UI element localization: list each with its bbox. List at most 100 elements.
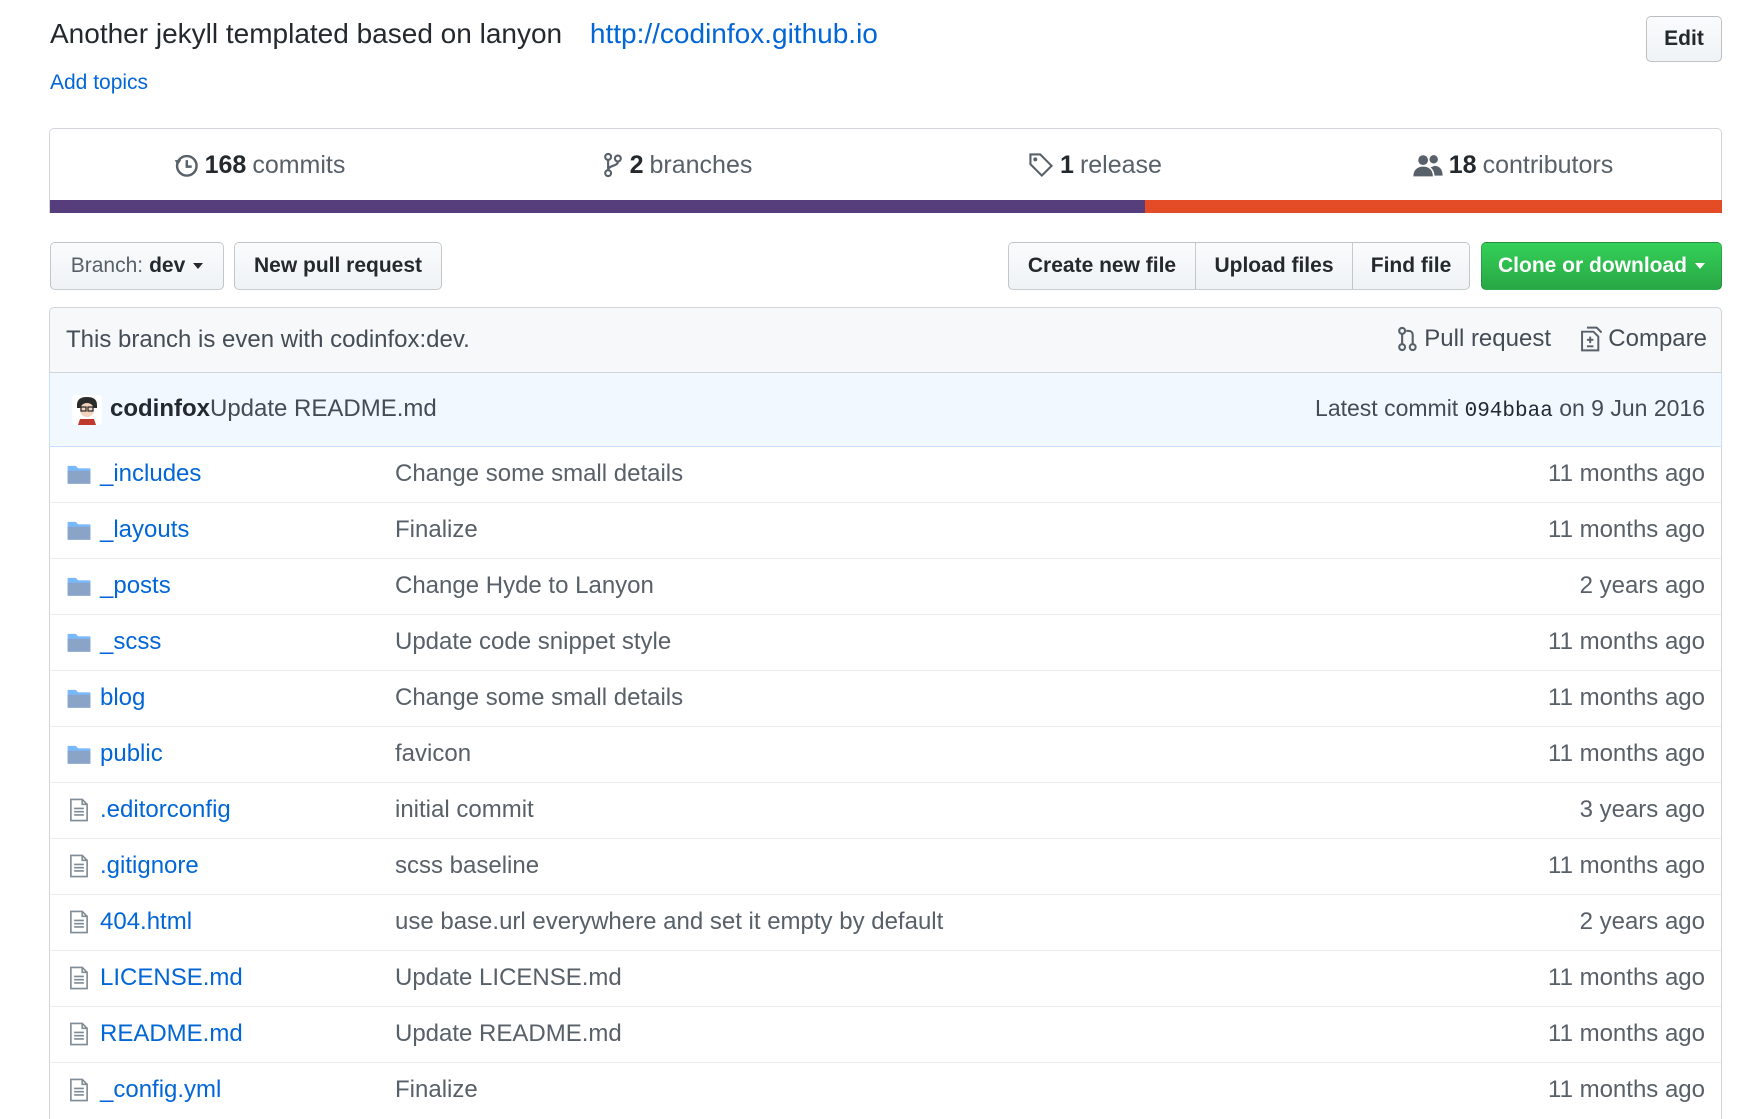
new-pull-request-button[interactable]: New pull request (234, 242, 442, 290)
commits-count: 168 (204, 150, 247, 179)
history-icon (174, 154, 198, 177)
branches-label: branches (649, 150, 753, 179)
git-branch-icon (603, 152, 622, 178)
commit-sha-link[interactable]: 094bbaa (1465, 400, 1553, 423)
diff-icon (1581, 326, 1603, 352)
file-age: 11 months ago (1548, 852, 1705, 879)
commit-meta: Latest commit 094bbaa on 9 Jun 2016 (1315, 395, 1705, 423)
compare-label: Compare (1608, 325, 1707, 352)
file-age: 2 years ago (1579, 572, 1705, 599)
branches-stat[interactable]: 2 branches (468, 129, 886, 201)
file-name-link[interactable]: public (100, 740, 163, 768)
file-name-link[interactable]: blog (100, 684, 145, 712)
file-name-link[interactable]: _posts (100, 572, 171, 600)
file-age: 11 months ago (1548, 740, 1705, 767)
avatar-image (72, 395, 102, 425)
add-topics-link[interactable]: Add topics (50, 71, 148, 95)
file-commit-message-link[interactable]: Change some small details (395, 684, 683, 712)
file-commit-message-link[interactable]: Finalize (395, 516, 478, 544)
file-commit-message-link[interactable]: Change some small details (395, 460, 683, 488)
create-new-file-button[interactable]: Create new file (1008, 242, 1196, 290)
folder-icon (66, 741, 92, 767)
language-segment[interactable] (50, 200, 1146, 213)
tag-icon (1029, 153, 1054, 178)
file-age: 3 years ago (1579, 796, 1705, 823)
file-name-link[interactable]: .gitignore (100, 852, 199, 880)
branch-info-bar: This branch is even with codinfox:dev. P… (49, 307, 1722, 373)
commits-stat[interactable]: 168 commits (50, 129, 468, 201)
file-icon (66, 909, 92, 935)
file-name-link[interactable]: _config.yml (100, 1076, 221, 1104)
file-age: 11 months ago (1548, 516, 1705, 543)
file-name-link[interactable]: _includes (100, 460, 201, 488)
file-commit-message-link[interactable]: use base.url everywhere and set it empty… (395, 908, 943, 936)
file-commit-message-link[interactable]: Update LICENSE.md (395, 964, 622, 992)
file-age: 11 months ago (1548, 460, 1705, 487)
compare-link[interactable]: Compare (1580, 325, 1707, 353)
file-row: public favicon 11 months ago (50, 727, 1721, 783)
commit-message-link[interactable]: Update README.md (210, 395, 437, 423)
file-commit-message-link[interactable]: initial commit (395, 796, 534, 824)
releases-count: 1 (1060, 150, 1074, 179)
file-row: _scss Update code snippet style 11 months … (50, 615, 1721, 671)
file-table: _includes Change some small details 11 mon… (49, 447, 1722, 1119)
file-age: 11 months ago (1548, 964, 1705, 991)
file-commit-message-link[interactable]: Update README.md (395, 1020, 622, 1048)
branch-prefix: Branch: (70, 254, 144, 277)
folder-icon (66, 629, 92, 655)
file-age: 11 months ago (1548, 1076, 1705, 1103)
repo-homepage-link[interactable]: http://codinfox.github.io (590, 18, 878, 49)
file-name-link[interactable]: README.md (100, 1020, 243, 1048)
file-age: 2 years ago (1579, 908, 1705, 935)
file-icon (66, 1021, 92, 1047)
file-row: .editorconfig initial commit 3 years ago (50, 783, 1721, 839)
file-row: README.md Update README.md 11 months ago (50, 1007, 1721, 1063)
people-icon (1413, 155, 1443, 177)
folder-icon (66, 461, 92, 487)
file-commit-message-link[interactable]: scss baseline (395, 852, 539, 880)
contributors-stat[interactable]: 18 contributors (1304, 129, 1722, 201)
branch-status: This branch is even with codinfox:dev. (66, 326, 470, 353)
edit-description-button[interactable]: Edit (1646, 16, 1722, 62)
commit-date: on 9 Jun 2016 (1559, 395, 1705, 421)
file-commit-message-link[interactable]: favicon (395, 740, 471, 768)
find-file-button[interactable]: Find file (1352, 242, 1470, 290)
caret-down-icon (1695, 263, 1705, 269)
commits-label: commits (252, 150, 346, 179)
language-bar[interactable] (50, 200, 1722, 213)
latest-commit-bar: codinfox Update README.md Latest commit … (49, 373, 1722, 447)
file-name-link[interactable]: LICENSE.md (100, 964, 243, 992)
branch-select-button[interactable]: Branch: dev (50, 242, 224, 290)
latest-commit-prefix: Latest commit (1315, 395, 1459, 421)
releases-label: release (1079, 150, 1162, 179)
file-name-link[interactable]: _layouts (100, 516, 189, 544)
file-row: blog Change some small details 11 months a… (50, 671, 1721, 727)
file-row: 404.html use base.url everywhere and set … (50, 895, 1721, 951)
file-commit-message-link[interactable]: Update code snippet style (395, 628, 671, 656)
file-commit-message-link[interactable]: Finalize (395, 1076, 478, 1104)
file-name-link[interactable]: 404.html (100, 908, 192, 936)
clone-or-download-button[interactable]: Clone or download (1481, 242, 1722, 290)
pull-request-link[interactable]: Pull request (1396, 325, 1551, 353)
clone-or-download-label: Clone or download (1498, 254, 1687, 277)
upload-files-button[interactable]: Upload files (1195, 242, 1353, 290)
file-row: LICENSE.md Update LICENSE.md 11 months ago (50, 951, 1721, 1007)
file-row: _includes Change some small details 11 mon… (50, 447, 1721, 503)
avatar[interactable] (72, 395, 102, 425)
contributors-count: 18 (1448, 150, 1477, 179)
file-row: .gitignore scss baseline 11 months ago (50, 839, 1721, 895)
folder-icon (66, 517, 92, 543)
file-row: _posts Change Hyde to Lanyon 2 years ago (50, 559, 1721, 615)
file-age: 11 months ago (1548, 628, 1705, 655)
language-segment[interactable] (1145, 200, 1722, 213)
file-name-link[interactable]: _scss (100, 628, 161, 656)
file-commit-message-link[interactable]: Change Hyde to Lanyon (395, 572, 654, 600)
commit-author-link[interactable]: codinfox (110, 395, 210, 423)
file-age: 11 months ago (1548, 684, 1705, 711)
git-pull-request-icon (1398, 326, 1417, 352)
file-icon (66, 1077, 92, 1103)
repo-description-text: Another jekyll templated based on lanyon (50, 18, 563, 49)
file-name-link[interactable]: .editorconfig (100, 796, 231, 824)
caret-down-icon (193, 263, 204, 269)
releases-stat[interactable]: 1 release (886, 129, 1304, 201)
